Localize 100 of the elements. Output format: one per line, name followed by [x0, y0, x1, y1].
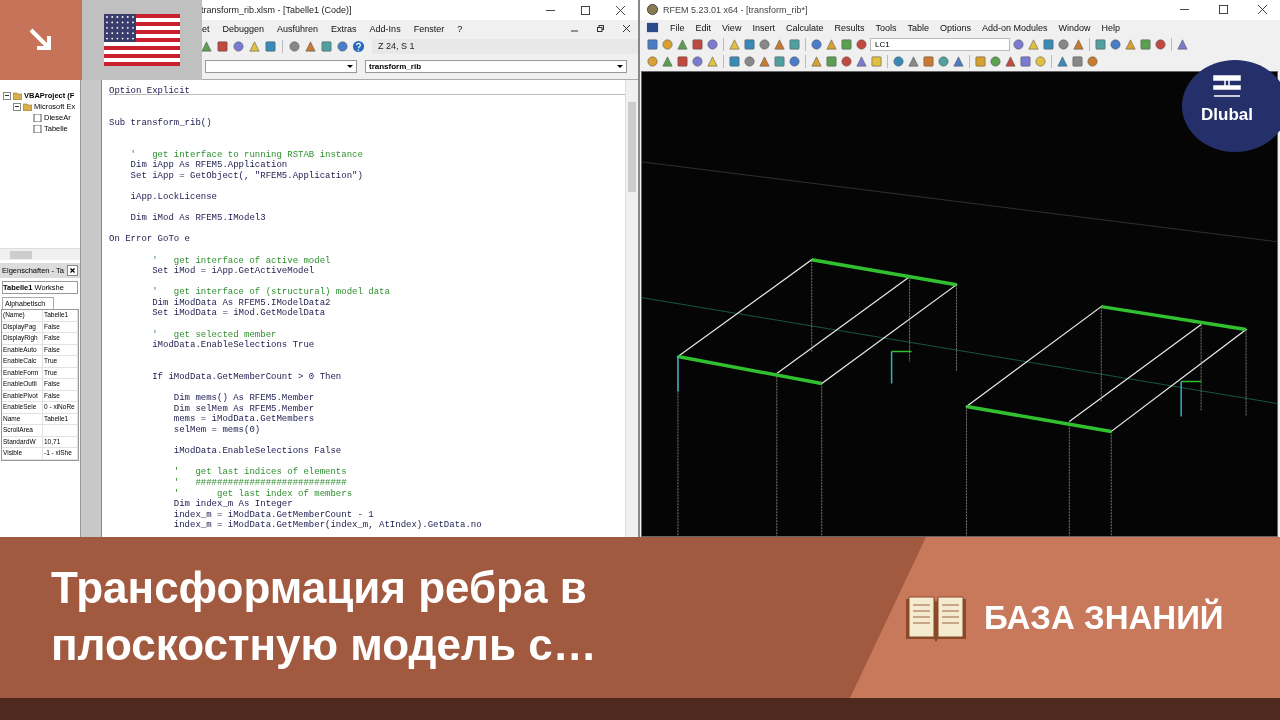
app-icon	[646, 3, 659, 17]
tool-icon[interactable]	[758, 54, 771, 68]
tool-icon[interactable]	[937, 54, 950, 68]
tool-icon[interactable]	[825, 54, 838, 68]
menu-item[interactable]: Extras	[331, 23, 357, 34]
tool-icon[interactable]	[1071, 54, 1084, 68]
tool-icon[interactable]	[288, 40, 301, 53]
code-line: Set iModData = iMod.GetModelData	[151, 308, 327, 320]
tool-icon[interactable]	[840, 54, 853, 68]
help-icon[interactable]	[352, 40, 365, 53]
restore-icon[interactable]	[597, 25, 604, 32]
tool-icon[interactable]	[706, 54, 719, 68]
tool-icon[interactable]	[1124, 38, 1137, 52]
object-dropdown[interactable]	[205, 59, 357, 73]
tool-icon[interactable]	[1057, 38, 1070, 52]
tool-icon[interactable]	[922, 54, 935, 68]
tool-icon[interactable]	[773, 38, 786, 52]
tool-icon[interactable]	[691, 54, 704, 68]
tool-icon[interactable]	[788, 54, 801, 68]
menu-item[interactable]: Edit	[695, 23, 712, 33]
tool-icon[interactable]	[232, 40, 245, 53]
menu-item[interactable]: Fenster	[413, 23, 445, 34]
tool-icon[interactable]	[840, 38, 853, 52]
load-case-dropdown[interactable]: LC1	[870, 38, 1010, 52]
menu-item[interactable]: Results	[834, 23, 865, 33]
app-menu-icon[interactable]	[646, 21, 659, 35]
menu-item[interactable]: Calculate	[785, 23, 824, 33]
tool-icon[interactable]	[1176, 38, 1189, 52]
menu-item[interactable]: File	[670, 23, 685, 33]
horizontal-scrollbar[interactable]	[0, 248, 80, 260]
menu-item[interactable]: et	[202, 23, 210, 34]
tool-icon[interactable]	[870, 54, 883, 68]
tool-icon[interactable]	[706, 38, 719, 52]
tool-icon[interactable]	[1094, 38, 1107, 52]
tool-icon[interactable]	[1004, 54, 1017, 68]
tool-icon[interactable]	[989, 54, 1002, 68]
maximize-icon[interactable]	[1219, 5, 1228, 15]
vertical-scrollbar[interactable]	[625, 80, 638, 537]
tool-icon[interactable]	[1154, 38, 1167, 52]
tool-icon[interactable]	[264, 40, 277, 53]
close-icon[interactable]	[616, 5, 625, 15]
menu-item[interactable]: Ausführen	[277, 23, 319, 34]
menu-item[interactable]: Insert	[752, 23, 775, 33]
menu-item[interactable]: Options	[940, 23, 971, 33]
menu-item[interactable]: Add-on Modules	[982, 23, 1048, 33]
tool-icon[interactable]	[728, 54, 741, 68]
tool-icon[interactable]	[773, 54, 786, 68]
maximize-icon[interactable]	[581, 5, 590, 15]
window-title: RFEM 5.23.01 x64 - [transform_rib*]	[663, 4, 808, 15]
menu-item[interactable]: ?	[457, 23, 463, 34]
tool-icon[interactable]	[646, 54, 659, 68]
code-comment: ' get last indices of elements	[172, 467, 348, 478]
tool-icon[interactable]	[336, 40, 349, 53]
tool-icon[interactable]	[1139, 38, 1152, 52]
tool-icon[interactable]	[810, 38, 823, 52]
tool-icon[interactable]	[855, 38, 868, 52]
tool-icon[interactable]	[825, 38, 838, 52]
tool-icon[interactable]	[728, 38, 741, 52]
tool-icon[interactable]	[304, 40, 317, 53]
tool-icon[interactable]	[855, 54, 868, 68]
menu-item[interactable]: Tools	[875, 23, 897, 33]
menu-item[interactable]: Table	[907, 23, 929, 33]
expand-toggle[interactable]	[13, 102, 21, 111]
tool-icon[interactable]	[691, 38, 704, 52]
tool-icon[interactable]	[788, 38, 801, 52]
tool-icon[interactable]	[952, 54, 965, 68]
menu-item[interactable]: Help	[1101, 23, 1121, 33]
menu-item[interactable]: View	[722, 23, 742, 33]
menu-item[interactable]: Window	[1058, 23, 1091, 33]
procedure-dropdown[interactable]: transform_rib	[365, 59, 627, 73]
tool-icon[interactable]	[892, 54, 905, 68]
tool-icon[interactable]	[676, 38, 689, 52]
menu-item[interactable]: Add-Ins	[369, 23, 401, 34]
tool-icon[interactable]	[200, 40, 213, 53]
close-icon[interactable]	[623, 25, 630, 32]
tool-icon[interactable]	[1012, 38, 1025, 52]
tool-icon[interactable]	[1109, 38, 1122, 52]
tool-icon[interactable]	[1086, 54, 1099, 68]
close-icon[interactable]	[1258, 5, 1267, 15]
tool-icon[interactable]	[1034, 54, 1047, 68]
tool-icon[interactable]	[1027, 38, 1040, 52]
tool-icon[interactable]	[1056, 54, 1069, 68]
tool-icon[interactable]	[1019, 54, 1032, 68]
expand-toggle[interactable]	[3, 91, 11, 100]
tool-icon[interactable]	[743, 38, 756, 52]
tool-icon[interactable]	[646, 38, 659, 52]
tool-icon[interactable]	[320, 40, 333, 53]
tool-icon[interactable]	[216, 40, 229, 53]
tool-icon[interactable]	[758, 38, 771, 52]
menu-item[interactable]: Debuggen	[222, 23, 265, 34]
tool-icon[interactable]	[743, 54, 756, 68]
tool-icon[interactable]	[1072, 38, 1085, 52]
tool-icon[interactable]	[661, 54, 674, 68]
tool-icon[interactable]	[907, 54, 920, 68]
tool-icon[interactable]	[1042, 38, 1055, 52]
tool-icon[interactable]	[974, 54, 987, 68]
close-icon[interactable]	[67, 265, 78, 276]
tool-icon[interactable]	[676, 54, 689, 68]
tool-icon[interactable]	[810, 54, 823, 68]
tool-icon[interactable]	[248, 40, 261, 53]
